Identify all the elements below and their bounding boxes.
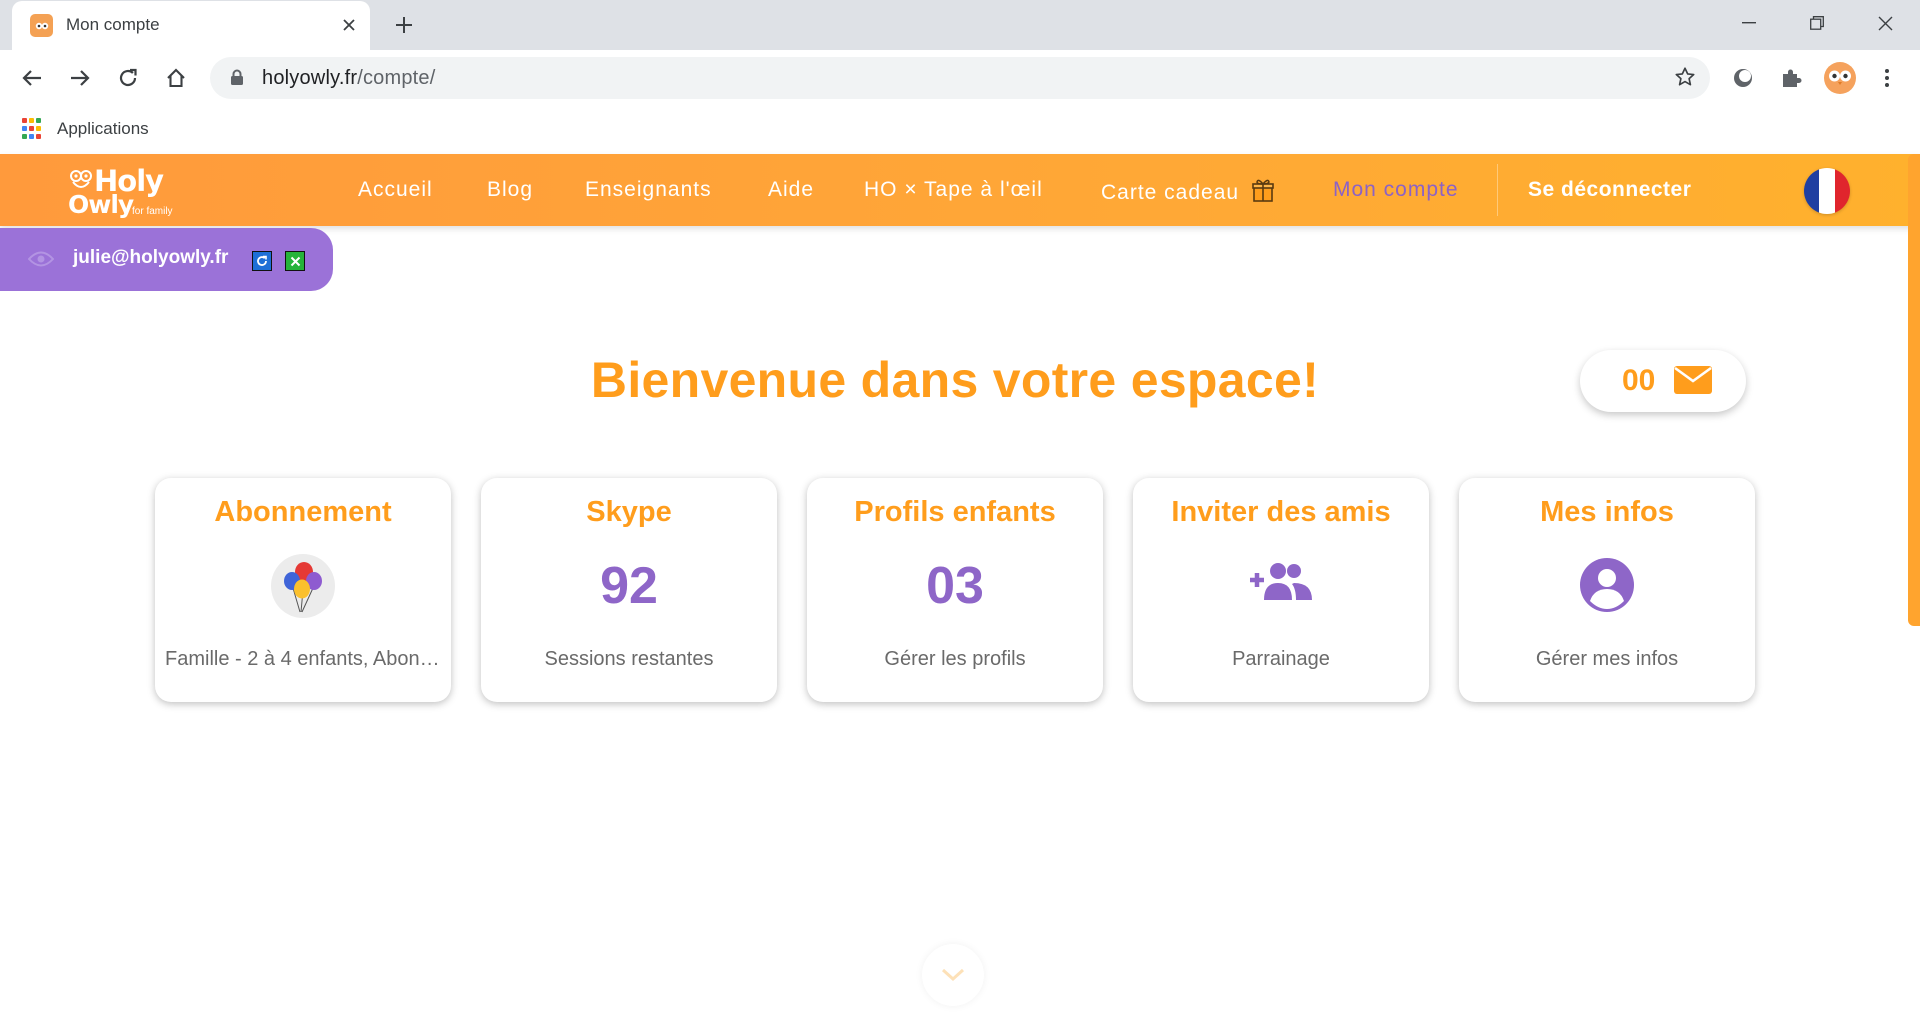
chevron-down-icon bbox=[941, 968, 965, 982]
nav-se-deconnecter[interactable]: Se déconnecter bbox=[1528, 178, 1691, 202]
user-circle-icon bbox=[1459, 558, 1755, 612]
home-icon[interactable] bbox=[160, 62, 192, 94]
nav-divider bbox=[1497, 164, 1498, 216]
card-title: Profils enfants bbox=[854, 496, 1056, 528]
card-abonnement[interactable]: Abonnement Famille - 2 à 4 enfants, Abon… bbox=[155, 478, 451, 702]
forward-icon[interactable] bbox=[64, 62, 96, 94]
bookmark-applications[interactable]: Applications bbox=[57, 119, 149, 139]
apps-grid-icon[interactable] bbox=[22, 118, 44, 140]
profile-avatar[interactable] bbox=[1822, 60, 1858, 96]
bookmarks-bar: Applications bbox=[0, 106, 1920, 154]
eye-icon[interactable] bbox=[28, 250, 54, 268]
tab-title: Mon compte bbox=[66, 15, 160, 34]
card-subtitle: Sessions restantes bbox=[544, 648, 714, 670]
nav-accueil[interactable]: Accueil bbox=[358, 178, 433, 202]
nav-carte-cadeau[interactable]: Carte cadeau bbox=[1101, 178, 1274, 205]
url-host: holyowly.fr bbox=[262, 67, 358, 89]
messages-button[interactable]: 00 bbox=[1580, 350, 1746, 412]
site-header: Holy Owly for family Accueil Blog Enseig… bbox=[0, 154, 1920, 226]
card-subtitle: Parrainage bbox=[1232, 648, 1330, 670]
window-close-icon[interactable] bbox=[1868, 8, 1902, 38]
french-flag-icon[interactable] bbox=[1804, 168, 1850, 214]
balloons-icon bbox=[155, 554, 451, 618]
nav-carte-cadeau-label: Carte cadeau bbox=[1101, 181, 1240, 204]
puzzle-icon[interactable] bbox=[1776, 63, 1806, 93]
scrollbar[interactable] bbox=[1908, 154, 1920, 626]
envelope-icon bbox=[1674, 366, 1712, 394]
reload-icon[interactable] bbox=[112, 62, 144, 94]
card-value: 03 bbox=[926, 557, 984, 615]
card-value: 92 bbox=[600, 557, 658, 615]
new-tab-icon[interactable] bbox=[390, 11, 418, 39]
impersonation-badge: julie@holyowly.fr bbox=[0, 228, 333, 291]
owl-logo-icon bbox=[70, 170, 92, 188]
browser-tab[interactable]: Mon compte bbox=[12, 1, 370, 50]
browser-toolbar: holyowly.fr/compte/ bbox=[0, 50, 1920, 106]
minimize-icon[interactable] bbox=[1732, 8, 1766, 38]
nav-mon-compte[interactable]: Mon compte bbox=[1333, 178, 1459, 202]
page-content: Holy Owly for family Accueil Blog Enseig… bbox=[0, 154, 1920, 1020]
tab-close-icon[interactable] bbox=[336, 12, 362, 38]
card-subtitle: Gérer les profils bbox=[884, 648, 1026, 670]
holy-owly-logo[interactable]: Holy Owly for family bbox=[68, 164, 188, 220]
exit-impersonation-icon[interactable] bbox=[285, 251, 305, 271]
address-bar[interactable]: holyowly.fr/compte/ bbox=[210, 57, 1710, 99]
extension-circle-icon[interactable] bbox=[1728, 63, 1758, 93]
lock-icon bbox=[230, 69, 244, 91]
url-path: /compte/ bbox=[357, 67, 436, 89]
card-title: Mes infos bbox=[1540, 496, 1674, 528]
browser-tab-strip: Mon compte bbox=[0, 0, 1920, 50]
card-mes-infos[interactable]: Mes infos Gérer mes infos bbox=[1459, 478, 1755, 702]
nav-tape-a-loeil[interactable]: HO × Tape à l'œil bbox=[864, 178, 1043, 202]
add-users-icon bbox=[1133, 562, 1429, 602]
gift-icon bbox=[1252, 179, 1274, 202]
card-title: Abonnement bbox=[214, 496, 392, 528]
card-subtitle: Famille - 2 à 4 enfants, Abonnement mens… bbox=[165, 648, 441, 670]
scroll-down-button[interactable] bbox=[922, 944, 984, 1006]
logo-text-owly: Owly bbox=[68, 190, 134, 219]
nav-enseignants[interactable]: Enseignants bbox=[585, 178, 712, 202]
page-title: Bienvenue dans votre espace! bbox=[590, 352, 1320, 408]
switch-user-icon[interactable] bbox=[252, 251, 272, 271]
menu-kebab-icon[interactable] bbox=[1872, 63, 1902, 93]
card-subtitle: Gérer mes infos bbox=[1535, 648, 1679, 670]
impersonated-email: julie@holyowly.fr bbox=[73, 247, 229, 268]
nav-blog[interactable]: Blog bbox=[487, 178, 533, 202]
card-title: Inviter des amis bbox=[1171, 496, 1391, 528]
nav-aide[interactable]: Aide bbox=[768, 178, 814, 202]
logo-tagline: for family bbox=[132, 206, 173, 217]
back-icon[interactable] bbox=[16, 62, 48, 94]
url-text: holyowly.fr/compte/ bbox=[262, 67, 436, 90]
messages-count: 00 bbox=[1622, 364, 1656, 397]
card-skype[interactable]: Skype 92 Sessions restantes bbox=[481, 478, 777, 702]
restore-icon[interactable] bbox=[1800, 8, 1834, 38]
card-title: Skype bbox=[586, 496, 672, 528]
card-profils-enfants[interactable]: Profils enfants 03 Gérer les profils bbox=[807, 478, 1103, 702]
bookmark-star-icon[interactable] bbox=[1674, 66, 1696, 93]
owl-favicon-icon bbox=[30, 14, 53, 37]
card-inviter-des-amis[interactable]: Inviter des amis Parrainage bbox=[1133, 478, 1429, 702]
